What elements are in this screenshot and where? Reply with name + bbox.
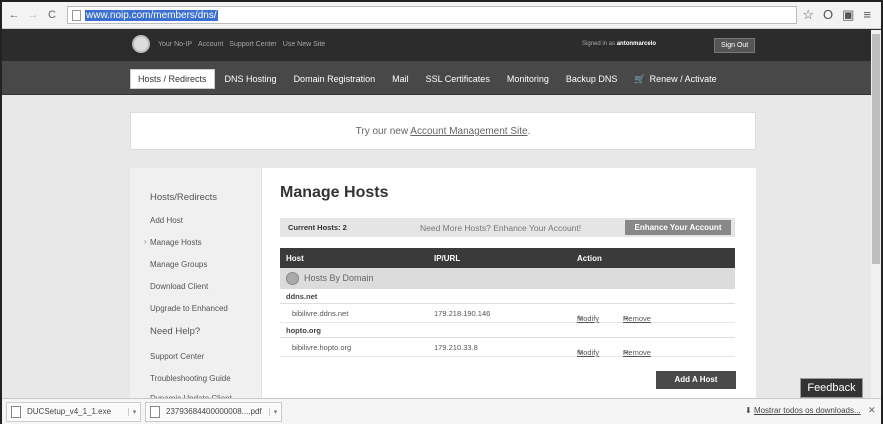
page-title: Manage Hosts [280, 184, 389, 201]
exe-file-icon [11, 405, 21, 418]
scrollbar[interactable] [871, 30, 881, 398]
need-more-text: Need More Hosts? Enhance Your Account! [420, 223, 582, 233]
banner-prefix: Try our new [355, 126, 411, 137]
nav-ssl-certificates[interactable]: SSL Certificates [419, 70, 497, 88]
add-host-button[interactable]: Add A Host [656, 371, 736, 389]
site-header: Your No-IP Account Support Center Use Ne… [2, 29, 881, 61]
col-action: Action [577, 254, 602, 263]
group-row: Hosts By Domain [280, 268, 735, 289]
feedback-button[interactable]: Feedback [800, 378, 863, 398]
downloads-shelf: DUCSetup_v4_1_1.exe ▾ 23793684400000008.… [2, 398, 881, 424]
nav-renew-activate[interactable]: 🛒 Renew / Activate [627, 70, 723, 89]
col-host: Host [286, 254, 304, 263]
host-ip: 179.210.33.8 [434, 343, 478, 352]
forward-icon[interactable]: → [26, 9, 40, 21]
domain-name: ddns.net [286, 292, 318, 301]
enhance-account-button[interactable]: Enhance Your Account [625, 220, 731, 235]
noip-logo[interactable] [132, 35, 150, 53]
host-name[interactable]: bibilivre.hopto.org [292, 343, 351, 352]
download-item[interactable]: 23793684400000008....pdf ▾ [145, 401, 282, 422]
remove-label: Remove [623, 348, 651, 357]
pdf-file-icon [150, 405, 160, 418]
sidebar-heading-hosts: Hosts/Redirects [150, 192, 218, 203]
extension-icon[interactable]: O [823, 7, 833, 23]
page-icon [72, 9, 81, 21]
content-panel: Hosts/Redirects Add Host › Manage Hosts … [130, 168, 756, 398]
reload-icon[interactable]: C [45, 9, 59, 21]
signed-in-prefix: Signed in as [582, 41, 616, 47]
nav-renew-label: Renew / Activate [649, 73, 717, 84]
nav-monitoring[interactable]: Monitoring [500, 70, 556, 88]
show-all-label: Mostrar todos os downloads... [753, 406, 861, 415]
download-item[interactable]: DUCSetup_v4_1_1.exe ▾ [6, 401, 141, 422]
top-links: Your No-IP Account Support Center Use Ne… [158, 41, 325, 48]
table-header: Host IP/URL Action [280, 248, 735, 268]
domain-row: ddns.net [280, 289, 735, 304]
modify-label: Modify [577, 314, 600, 323]
download-filename: 23793684400000008....pdf [166, 407, 262, 416]
star-icon[interactable]: ☆ [802, 7, 814, 23]
nav-dns-hosting[interactable]: DNS Hosting [218, 70, 284, 88]
hosts-table: Host IP/URL Action Hosts By Domain ddns.… [280, 248, 735, 357]
new-site-banner: Try our new Account Management Site. [130, 112, 756, 150]
active-marker: › [144, 237, 147, 246]
top-link-new-site[interactable]: Use New Site [283, 41, 325, 48]
modify-label: Modify [577, 348, 600, 357]
host-name[interactable]: bibilivre.ddns.net [292, 309, 348, 318]
nav-backup-dns[interactable]: Backup DNS [559, 70, 625, 88]
sidebar-item-upgrade[interactable]: Upgrade to Enhanced [150, 304, 228, 313]
sidebar-item-download-client[interactable]: Download Client [150, 282, 208, 291]
host-ip: 179.218.190.146 [434, 309, 491, 318]
current-hosts-count: Current Hosts: 2 [288, 223, 347, 232]
extension-icon-2[interactable]: ▣ [842, 7, 854, 23]
username: antonmarcelo [616, 41, 657, 47]
nav-mail[interactable]: Mail [385, 70, 416, 88]
sidebar-item-manage-hosts[interactable]: Manage Hosts [150, 238, 202, 247]
chevron-down-icon[interactable]: ▾ [128, 407, 140, 416]
sidebar-item-support-center[interactable]: Support Center [150, 352, 204, 361]
nav-domain-registration[interactable]: Domain Registration [287, 70, 383, 88]
table-row: bibilivre.hopto.org 179.210.33.8 ✎ Modif… [280, 338, 735, 357]
account-management-link[interactable]: Account Management Site [410, 126, 527, 137]
browser-toolbar: ← → C www.noip.com/members/dns/ ☆ O ▣ ≡ [2, 2, 881, 29]
top-link-your-noip[interactable]: Your No-IP [158, 41, 192, 48]
sidebar: Hosts/Redirects Add Host › Manage Hosts … [130, 168, 262, 398]
nav-hosts-redirects[interactable]: Hosts / Redirects [130, 69, 215, 89]
top-link-account[interactable]: Account [198, 41, 223, 48]
sidebar-item-add-host[interactable]: Add Host [150, 216, 183, 225]
banner-suffix: . [527, 126, 531, 137]
table-row: bibilivre.ddns.net 179.218.190.146 ✎ Mod… [280, 304, 735, 323]
top-link-support[interactable]: Support Center [229, 41, 276, 48]
group-label: Hosts By Domain [304, 273, 374, 283]
remove-label: Remove [623, 314, 651, 323]
hosts-count-bar: Current Hosts: 2 Need More Hosts? Enhanc… [280, 218, 735, 237]
domain-row: hopto.org [280, 323, 735, 338]
signed-in-text: Signed in as antonmarcelo [582, 41, 656, 47]
sidebar-item-troubleshooting[interactable]: Troubleshooting Guide [150, 374, 231, 383]
scroll-thumb[interactable] [872, 34, 880, 264]
show-all-downloads-link[interactable]: ⬇ Mostrar todos os downloads... [745, 406, 861, 415]
cart-icon: 🛒 [634, 73, 646, 84]
sidebar-heading-help: Need Help? [150, 326, 201, 337]
chevron-down-icon[interactable]: ▾ [269, 407, 281, 416]
sign-out-button[interactable]: Sign Out [714, 38, 756, 53]
menu-icon[interactable]: ≡ [863, 7, 871, 23]
back-icon[interactable]: ← [7, 9, 21, 21]
col-ip-url: IP/URL [434, 254, 461, 263]
download-filename: DUCSetup_v4_1_1.exe [27, 407, 112, 416]
close-icon[interactable]: ✕ [868, 405, 876, 416]
url-text[interactable]: www.noip.com/members/dns/ [85, 9, 218, 21]
sidebar-item-manage-groups[interactable]: Manage Groups [150, 260, 207, 269]
address-bar[interactable]: www.noip.com/members/dns/ [67, 6, 797, 24]
download-icon: ⬇ [745, 406, 752, 415]
main-nav: Hosts / Redirects DNS Hosting Domain Reg… [2, 61, 881, 95]
globe-icon [286, 272, 299, 285]
domain-name: hopto.org [286, 326, 321, 335]
